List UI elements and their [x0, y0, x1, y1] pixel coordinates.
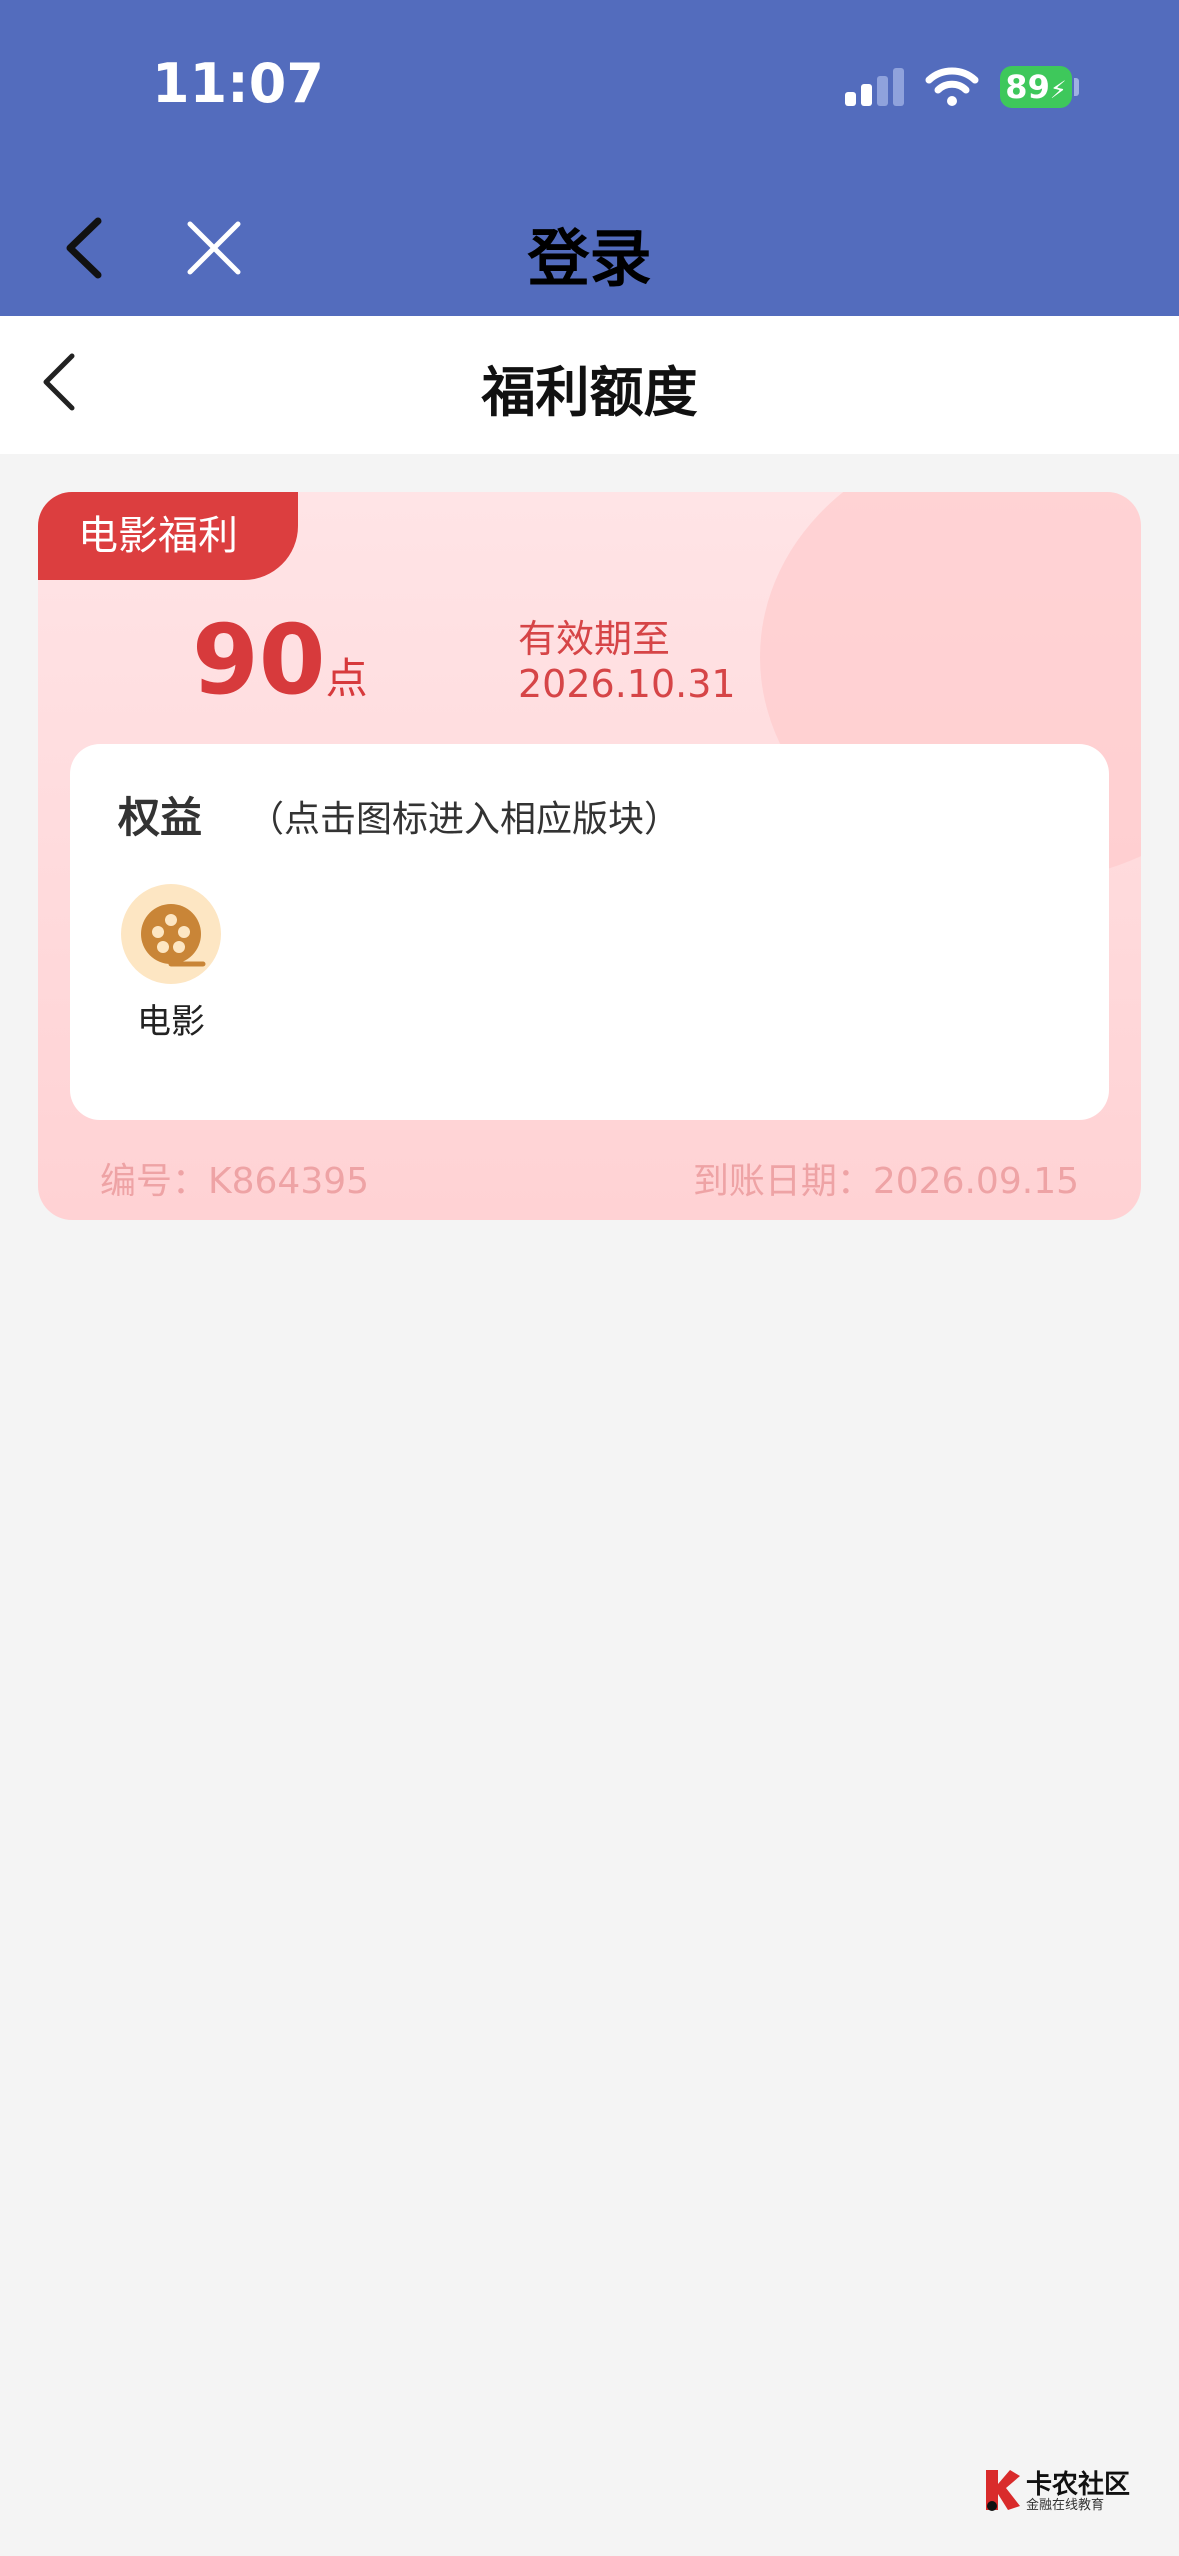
benefit-tag: 电影福利 [38, 492, 298, 580]
movie-button[interactable]: 电影 [114, 884, 228, 1043]
movie-label: 电影 [137, 1002, 205, 1042]
points-display: 90点 [192, 604, 368, 716]
benefit-card: 电影福利 90点 有效期至 2026.10.31 权益 （点击图标进入相应版块）… [38, 492, 1141, 1220]
watermark-logo: 卡农社区 金融在线教育 [980, 2464, 1160, 2514]
battery-tip [1074, 78, 1079, 96]
expiry-date: 2026.10.31 [518, 662, 736, 706]
status-time: 11:07 [152, 52, 324, 115]
wifi-icon [925, 67, 979, 106]
movie-reel-icon [141, 904, 206, 967]
points-unit: 点 [325, 654, 368, 703]
movie-icon-wrap[interactable] [121, 884, 221, 984]
page-title: 福利额度 [481, 361, 698, 424]
kanong-logo-icon [986, 2470, 1020, 2511]
battery-indicator: 89⚡ [1000, 66, 1072, 108]
watermark-slogan: 金融在线教育 [1026, 2498, 1105, 2513]
nav-title: 登录 [527, 222, 652, 295]
rights-title: 权益 [118, 793, 203, 842]
signal-icon [845, 66, 905, 106]
rights-hint: （点击图标进入相应版块） [248, 799, 681, 840]
page-header: 福利额度 [0, 316, 1179, 454]
points-value: 90 [192, 604, 326, 716]
arrival-date: 到账日期：2026.09.15 [692, 1161, 1079, 1202]
battery-level: 89 [1005, 68, 1050, 106]
benefit-code: 编号：K864395 [100, 1161, 370, 1202]
app-nav-bar: 11:07 89⚡ 登录 [0, 0, 1179, 316]
expiry-label: 有效期至 [518, 617, 671, 661]
rights-panel: 权益 （点击图标进入相应版块） 电影 [70, 744, 1109, 1120]
